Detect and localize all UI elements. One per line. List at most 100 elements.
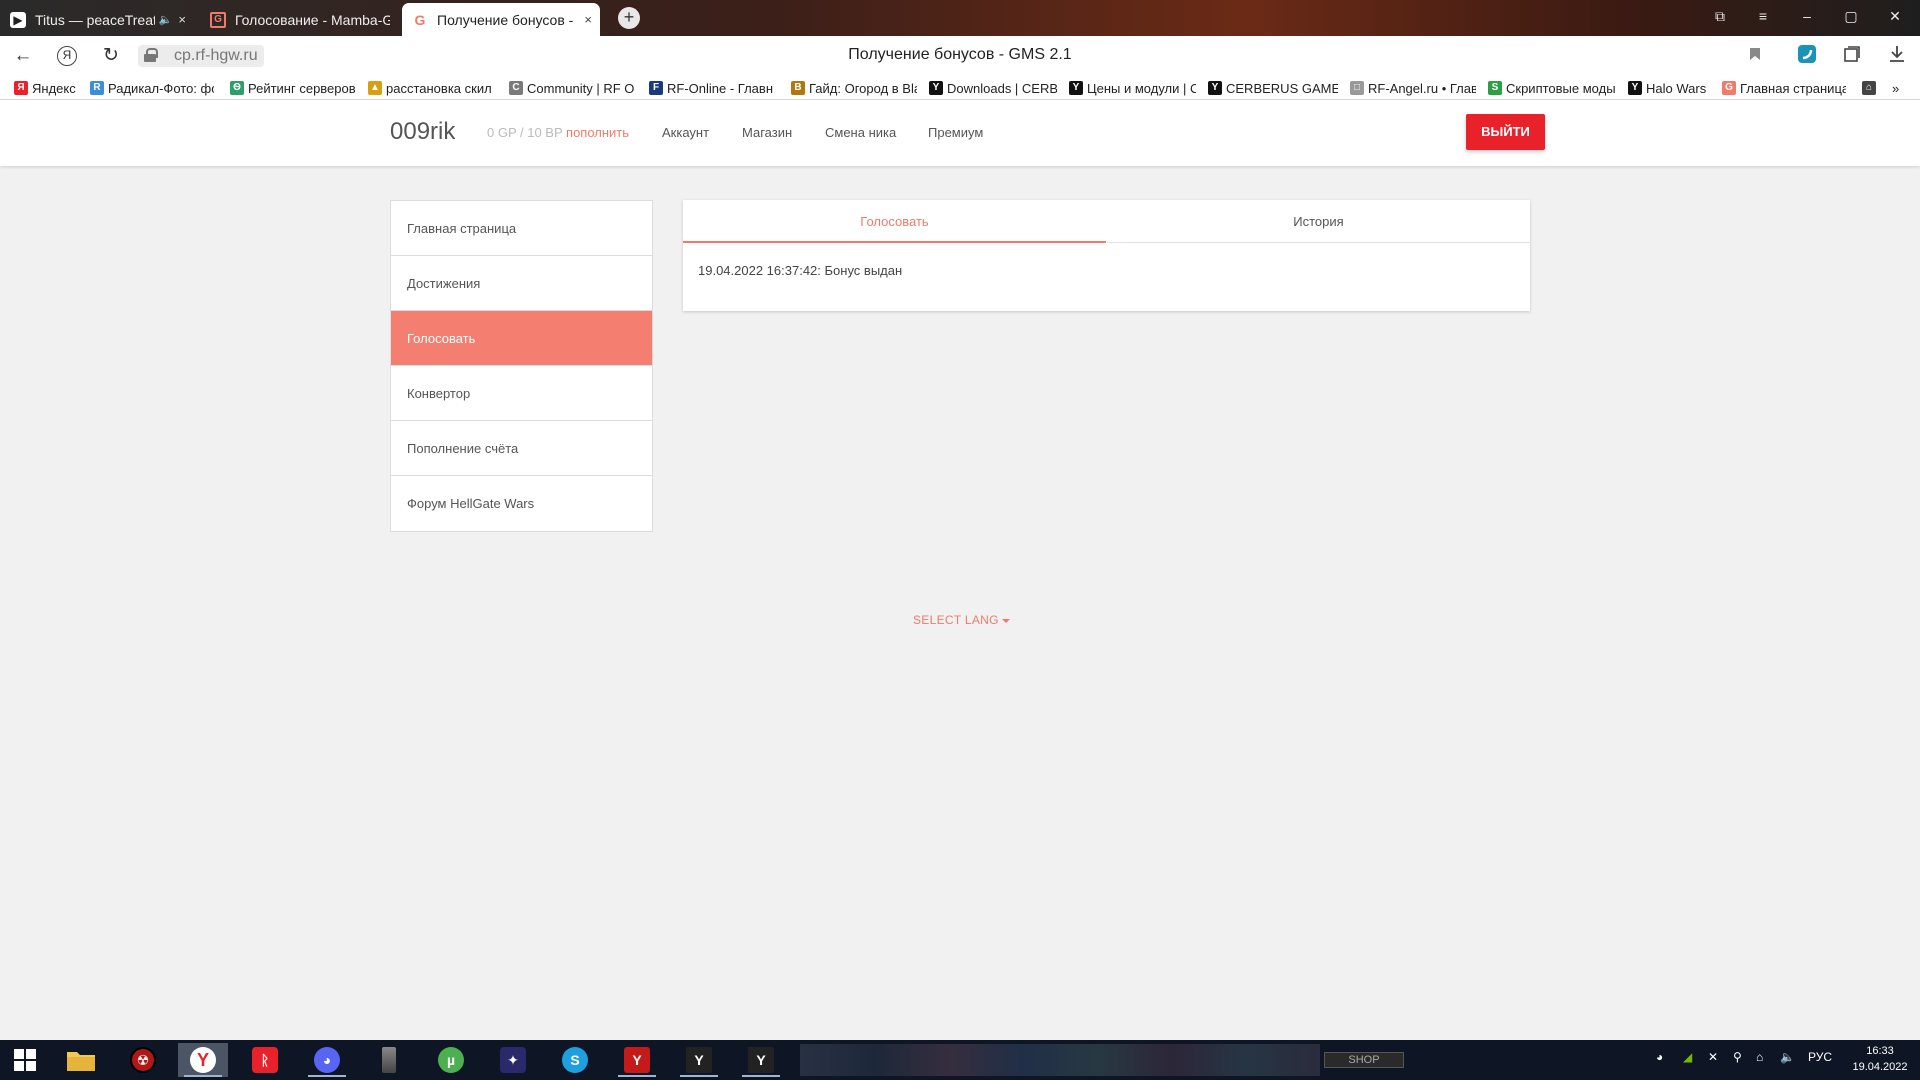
page-title: Получение бонусов - GMS 2.1 xyxy=(848,46,1072,63)
volume-icon[interactable]: 🔈 xyxy=(1780,1050,1795,1064)
yandex-browser-icon[interactable]: Y xyxy=(178,1043,228,1077)
history-entry: 19.04.2022 16:37:42: Бонус выдан xyxy=(698,263,903,278)
bookmark-label: RF-Online - Главн xyxy=(667,80,773,96)
bookmark-label: Главная страница xyxy=(1740,80,1846,96)
nav-shop[interactable]: Магазин xyxy=(742,125,792,140)
menu-icon[interactable]: ≡ xyxy=(1753,8,1773,24)
bookmark-label: Halo Wars xyxy=(1646,80,1707,96)
rf-game-icon[interactable]: Y xyxy=(612,1043,662,1077)
bookmark-item[interactable]: C Community | RF O xyxy=(509,79,634,97)
game-app-icon[interactable]: ✦ xyxy=(488,1043,538,1077)
lang-selector[interactable]: SELECT LANG xyxy=(913,613,1010,627)
browser-tabbar: ▶ Titus — peaceTreaty, 🔈 × G Голосование… xyxy=(0,0,1920,36)
bookmark-label: Гайд: Огород в Bla xyxy=(809,80,917,96)
address-bar: ← Я ↻ cp.rf-hgw.ru Получение бонусов - G… xyxy=(0,36,1920,76)
clock-date: 19.04.2022 xyxy=(1852,1061,1908,1073)
network-off-icon[interactable]: ✕ xyxy=(1708,1050,1718,1064)
shop-button[interactable]: SHOP xyxy=(1324,1052,1404,1068)
topup-link[interactable]: пополнить xyxy=(566,125,629,140)
clock-time: 16:33 xyxy=(1866,1045,1894,1057)
caret-down-icon xyxy=(1001,618,1010,623)
download-icon[interactable] xyxy=(1886,45,1908,68)
game-launcher-icon[interactable]: ☢ xyxy=(118,1043,168,1077)
bookmark-item[interactable]: Ѳ Рейтинг серверов xyxy=(230,79,356,97)
bookmark-icon[interactable] xyxy=(1744,46,1766,66)
sidebar-item-topup[interactable]: Пополнение счёта xyxy=(391,421,652,476)
collections-icon[interactable] xyxy=(1841,45,1863,68)
sidebar-item-home[interactable]: Главная страница xyxy=(391,201,652,256)
new-tab-button[interactable]: + xyxy=(618,7,640,29)
bookmark-item[interactable]: S Скриптовые моды xyxy=(1488,79,1616,97)
balance: 0 GP / 10 BP пополнить xyxy=(487,125,629,140)
language-indicator[interactable]: РУС xyxy=(1808,1050,1832,1064)
bookmark-label: Радикал-Фото: фо xyxy=(108,80,214,96)
nav-account[interactable]: Аккаунт xyxy=(662,125,709,140)
tab-history[interactable]: История xyxy=(1107,200,1530,243)
audio-icon[interactable]: 🔈 xyxy=(159,13,173,26)
skype-icon[interactable]: S xyxy=(550,1043,600,1077)
tab-titus[interactable]: ▶ Titus — peaceTreaty, 🔈 × xyxy=(0,3,194,36)
windows-start-icon[interactable] xyxy=(0,1043,50,1077)
site-header: 009rik 0 GP / 10 BP пополнить Аккаунт Ма… xyxy=(0,100,1920,166)
username: 009rik xyxy=(390,118,456,145)
utorrent-icon[interactable]: µ xyxy=(426,1043,476,1077)
bookmark-icon: B xyxy=(791,81,805,95)
bookmarks-more-icon[interactable]: » xyxy=(1892,79,1908,97)
sidebar-item-vote[interactable]: Голосовать xyxy=(391,311,652,366)
tower-app-icon[interactable] xyxy=(364,1043,414,1077)
bookmark-icon: Y xyxy=(929,81,943,95)
bookmark-label: RF-Angel.ru • Глав xyxy=(1368,80,1476,96)
g-icon: G xyxy=(414,11,426,28)
bookmark-label: Community | RF O xyxy=(527,80,634,96)
usb-icon[interactable]: ⚲ xyxy=(1733,1050,1742,1064)
sidebar-item-forum[interactable]: Форум HellGate Wars xyxy=(391,476,652,531)
close-icon[interactable]: × xyxy=(584,12,592,27)
nvidia-icon[interactable]: ◢ xyxy=(1683,1050,1692,1064)
bookmark-item[interactable]: R Радикал-Фото: фо xyxy=(90,79,214,97)
bookmark-item[interactable]: Y Downloads | CERBE xyxy=(929,79,1057,97)
tab-voting[interactable]: G Голосование - Mamba-Ga xyxy=(200,3,398,36)
bookmark-item[interactable]: Y Halo Wars xyxy=(1628,79,1708,97)
tabs-list-icon[interactable]: ⧉ xyxy=(1710,8,1730,25)
nav-premium[interactable]: Премиум xyxy=(928,125,983,140)
bookmark-item[interactable]: F RF-Online - Главн xyxy=(649,79,779,97)
close-window-button[interactable]: ✕ xyxy=(1885,8,1905,25)
close-icon[interactable]: × xyxy=(178,12,186,27)
bookmark-label: Яндекс xyxy=(32,80,76,96)
bookmark-item[interactable]: G Главная страница xyxy=(1722,79,1846,97)
bookmark-item[interactable]: Y CERBERUS GAMES xyxy=(1208,79,1338,97)
tab-vote[interactable]: Голосовать xyxy=(683,200,1106,243)
sidebar-item-achievements[interactable]: Достижения xyxy=(391,256,652,311)
nav-change-nick[interactable]: Смена ника xyxy=(825,125,896,140)
discord-icon[interactable]: ◕ xyxy=(302,1043,352,1077)
riot-client-icon[interactable]: ᚱ xyxy=(240,1043,290,1077)
cerberus-icon-2[interactable]: Y xyxy=(736,1043,786,1077)
bookmark-icon: Y xyxy=(1208,81,1222,95)
file-explorer-icon[interactable] xyxy=(56,1043,106,1077)
bookmark-icon: R xyxy=(90,81,104,95)
minimize-button[interactable]: – xyxy=(1797,8,1817,24)
wifi-icon[interactable]: ⌂ xyxy=(1756,1050,1763,1064)
tab-bonuses[interactable]: G Получение бонусов - C × xyxy=(402,3,600,36)
bookmark-item[interactable]: Y Цены и модули | C xyxy=(1069,79,1196,97)
discord-tray-icon[interactable]: ◕ xyxy=(1656,1050,1663,1064)
bookmark-item[interactable]: ▲ расстановка скил xyxy=(368,79,497,97)
bookmark-icon: Ѳ xyxy=(230,81,244,95)
clock[interactable]: 16:33 19.04.2022 xyxy=(1848,1043,1912,1075)
bookmark-label: Рейтинг серверов xyxy=(248,80,356,96)
bookmark-item[interactable]: Я Яндекс xyxy=(14,79,78,97)
bookmark-icon: ▲ xyxy=(368,81,382,95)
logout-button[interactable]: ВЫЙТИ xyxy=(1466,114,1545,150)
bookmark-icon: Y xyxy=(1069,81,1083,95)
sidebar-item-converter[interactable]: Конвертор xyxy=(391,366,652,421)
restore-button[interactable]: ▢ xyxy=(1841,8,1861,25)
bookmark-icon: □ xyxy=(1350,81,1364,95)
bookmark-icon: Y xyxy=(1628,81,1642,95)
lang-label: SELECT LANG xyxy=(913,613,999,627)
bookmark-item[interactable]: ⌂ xyxy=(1862,79,1880,97)
cerberus-icon[interactable]: Y xyxy=(674,1043,724,1077)
bookmark-item[interactable]: □ RF-Angel.ru • Глав xyxy=(1350,79,1476,97)
bookmark-icon: C xyxy=(509,81,523,95)
bookmark-item[interactable]: B Гайд: Огород в Bla xyxy=(791,79,917,97)
extension-icon[interactable] xyxy=(1796,44,1818,69)
